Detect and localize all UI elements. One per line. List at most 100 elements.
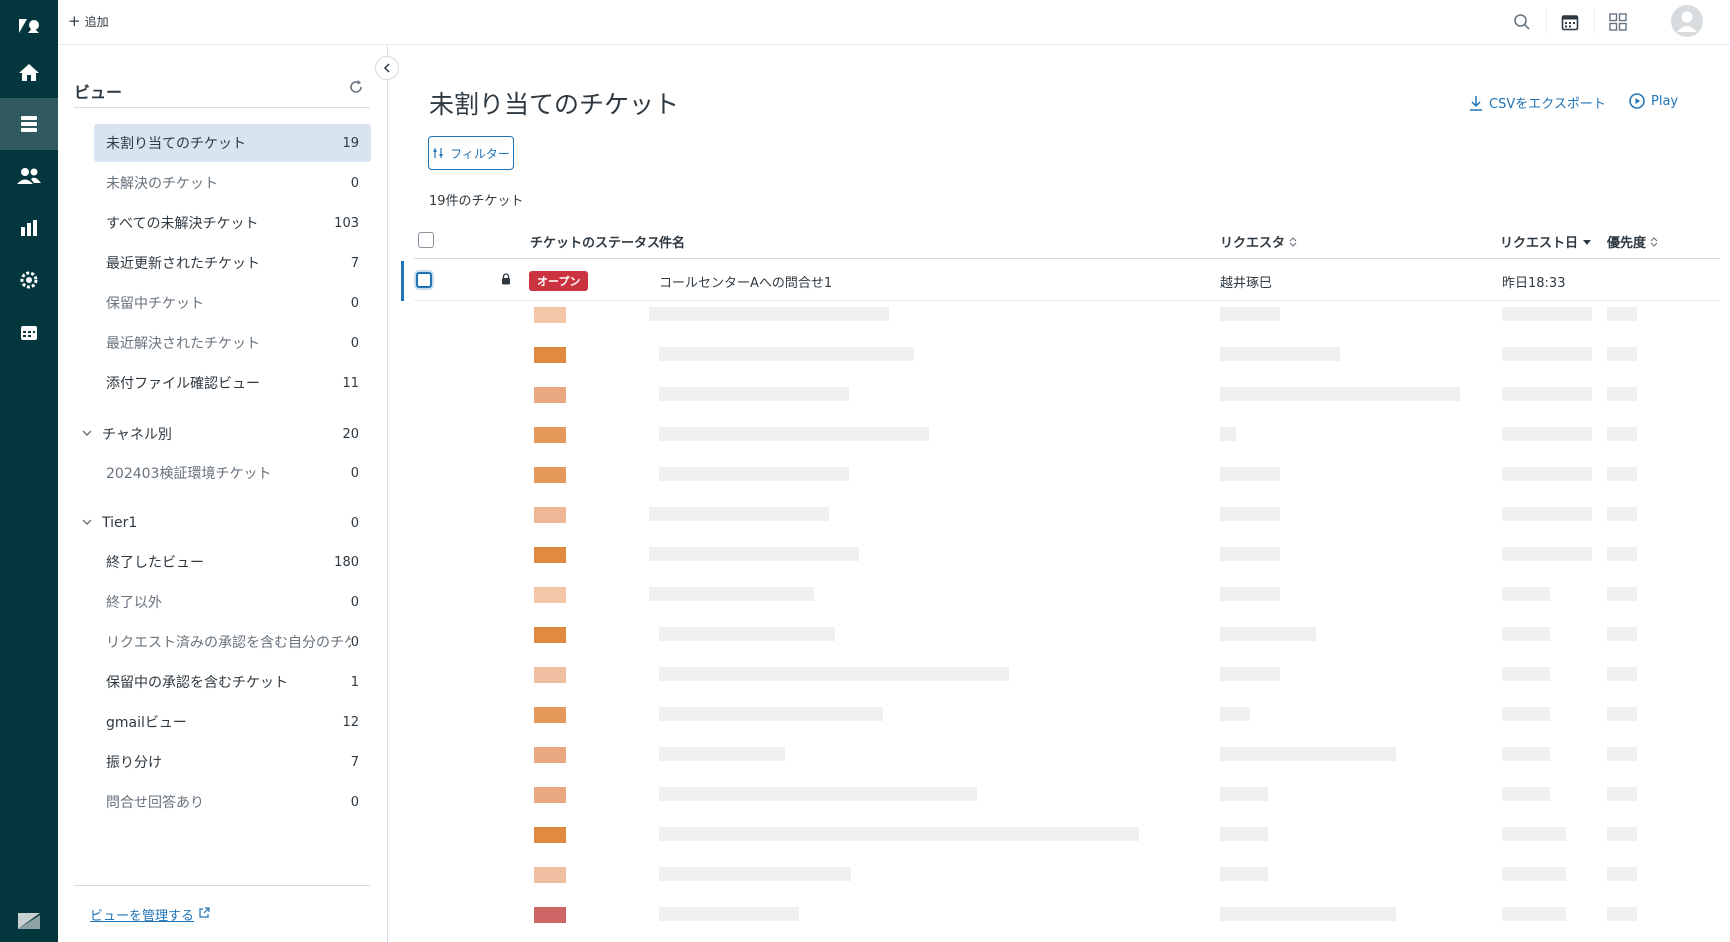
column-priority[interactable]: 優先度 [1607, 232, 1658, 251]
view-item-202403[interactable]: 202403検証環境チケット 0 [94, 454, 371, 492]
view-group-channel[interactable]: チャネル別 20 [82, 419, 371, 449]
view-item-unassigned[interactable]: 未割り当てのチケット 19 [94, 124, 371, 162]
table-row [414, 307, 1720, 347]
divider [1594, 10, 1595, 34]
logo-icon[interactable] [0, 0, 58, 52]
download-icon [1470, 95, 1482, 111]
view-group-tier1[interactable]: Tier1 0 [82, 508, 371, 538]
table-row [414, 707, 1720, 747]
column-requested[interactable]: リクエスト日 [1500, 232, 1592, 251]
column-priority-label: 優先度 [1607, 236, 1647, 251]
view-count: 0 [350, 335, 359, 351]
search-icon[interactable] [1508, 8, 1536, 36]
table-row [414, 907, 1720, 942]
lock-icon [501, 273, 511, 289]
view-item-attachments[interactable]: 添付ファイル確認ビュー 11 [94, 364, 371, 402]
play-button[interactable]: Play [1629, 93, 1678, 109]
view-count: 0 [350, 634, 359, 650]
view-item-pending-approvals[interactable]: 保留中の承認を含むチケット 1 [94, 663, 371, 701]
export-csv-button[interactable]: CSVをエクスポート [1469, 93, 1606, 112]
play-label: Play [1651, 93, 1679, 109]
divider [74, 885, 370, 886]
view-count: 7 [350, 754, 359, 770]
view-count: 1 [350, 674, 359, 690]
calendar-icon[interactable] [1556, 8, 1584, 36]
view-count: 0 [350, 794, 359, 810]
view-label: 終了以外 [106, 595, 162, 611]
row-checkbox[interactable] [416, 272, 432, 288]
table-row[interactable]: オープン コールセンターAへの問合せ1 越井琢巳 昨日18:33 [401, 261, 1720, 301]
export-csv-label: CSVをエクスポート [1489, 97, 1606, 112]
view-count: 180 [334, 554, 359, 570]
view-item-pending[interactable]: 保留中チケット 0 [94, 284, 371, 322]
view-label: 保留中チケット [106, 296, 204, 312]
view-item-closed[interactable]: 終了したビュー 180 [94, 543, 371, 581]
main-content: 未割り当てのチケット CSVをエクスポート Play フィルター 19件のチケッ… [389, 45, 1730, 942]
apps-grid-icon[interactable] [1604, 8, 1632, 36]
view-count: 7 [350, 255, 359, 271]
home-icon[interactable] [0, 46, 58, 98]
user-avatar-icon[interactable] [1670, 4, 1704, 38]
table-row [414, 667, 1720, 707]
view-item-recently-solved[interactable]: 最近解決されたチケット 0 [94, 324, 371, 362]
column-status-label: チケットのステータス [530, 236, 661, 251]
divider [74, 107, 370, 108]
view-item-unsolved[interactable]: 未解決のチケット 0 [94, 164, 371, 202]
view-count: 0 [350, 295, 359, 311]
view-count: 0 [350, 465, 359, 481]
add-button[interactable]: + 追加 [68, 10, 109, 32]
ticket-count: 19件のチケット [429, 194, 524, 209]
refresh-icon[interactable] [346, 77, 366, 97]
row-focus-indicator [401, 261, 404, 301]
view-item-recently-updated[interactable]: 最近更新されたチケット 7 [94, 244, 371, 282]
view-item-not-closed[interactable]: 終了以外 0 [94, 583, 371, 621]
column-requester[interactable]: リクエスタ [1220, 232, 1297, 251]
table-row [414, 827, 1720, 867]
table-row [414, 467, 1720, 507]
view-label: 問合せ回答あり [106, 795, 204, 811]
view-label: 保留中の承認を含むチケット [106, 675, 288, 691]
divider [1546, 10, 1547, 34]
view-label: 終了したビュー [106, 555, 204, 571]
view-item-all-unsolved[interactable]: すべての未解決チケット 103 [94, 204, 371, 242]
view-label: リクエスト済みの承認を含む自分のチケ... [106, 635, 351, 651]
customers-icon[interactable] [0, 150, 58, 202]
calendar-icon[interactable] [0, 306, 58, 358]
table-row [414, 347, 1720, 387]
sort-desc-icon [1583, 239, 1592, 245]
sort-icon [1289, 236, 1297, 247]
column-subject[interactable]: 件名 [659, 232, 685, 251]
chevron-down-icon [82, 517, 102, 530]
filter-button[interactable]: フィルター [428, 136, 514, 170]
view-label: 最近更新されたチケット [106, 256, 260, 272]
view-item-triage[interactable]: 振り分け 7 [94, 743, 371, 781]
view-count: 103 [334, 215, 359, 231]
manage-views-link[interactable]: ビューを管理する [90, 905, 210, 924]
filter-label: フィルター [450, 146, 510, 161]
table-row [414, 747, 1720, 787]
table-row [414, 587, 1720, 627]
manage-views-label: ビューを管理する [90, 909, 195, 924]
app-root: + 追加 ビュー 未割り当てのチケット 19 未解決のチケット 0 すべての未解… [0, 0, 1730, 942]
add-label: 追加 [84, 14, 109, 29]
column-requested-label: リクエスト日 [1500, 236, 1579, 251]
group-count: 0 [350, 515, 359, 531]
view-label: 添付ファイル確認ビュー [106, 376, 260, 392]
row-requester: 越井琢巳 [1220, 276, 1273, 291]
chevron-down-icon [82, 428, 102, 441]
view-item-gmail[interactable]: gmailビュー 12 [94, 703, 371, 741]
group-label: Tier1 [102, 515, 138, 531]
table-row [414, 627, 1720, 667]
reports-icon[interactable] [0, 202, 58, 254]
row-subject[interactable]: コールセンターAへの問合せ1 [659, 272, 832, 291]
views-icon[interactable] [0, 98, 58, 150]
settings-icon[interactable] [0, 254, 58, 306]
view-item-inquiry-answered[interactable]: 問合せ回答あり 0 [94, 783, 371, 821]
table-row [414, 507, 1720, 547]
select-all-checkbox[interactable] [418, 232, 434, 248]
column-requester-label: リクエスタ [1220, 236, 1286, 251]
view-item-requested-approvals[interactable]: リクエスト済みの承認を含む自分のチケ... 0 [94, 623, 371, 661]
view-count: 0 [350, 175, 359, 191]
nav-rail [0, 0, 58, 942]
column-status[interactable]: チケットのステータス [530, 232, 660, 251]
